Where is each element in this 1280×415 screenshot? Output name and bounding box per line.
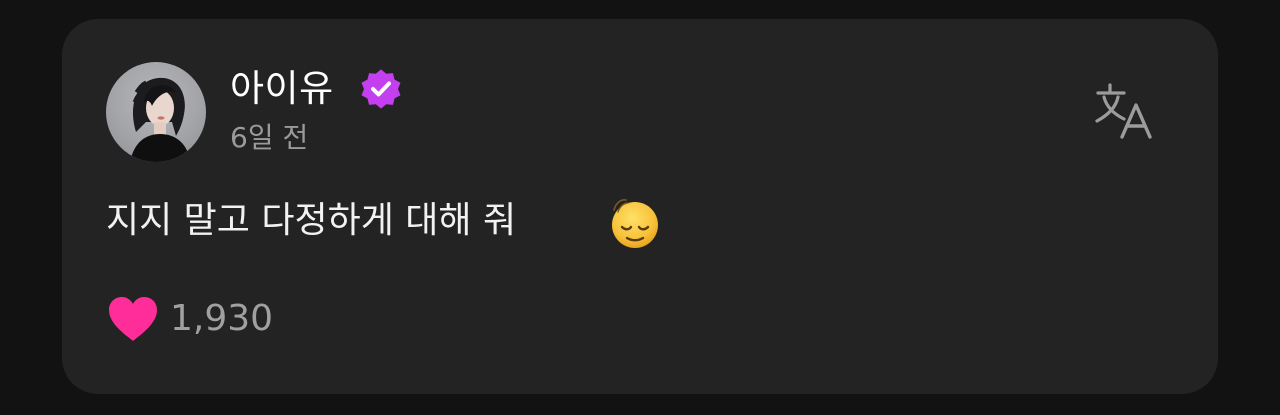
translate-icon[interactable] <box>1094 81 1158 141</box>
relieved-face-emoji-icon <box>612 199 658 248</box>
like-count: 1,930 <box>170 298 274 339</box>
avatar-image <box>130 77 190 162</box>
post-text: 지지 말고 다정하게 대해 줘 <box>106 200 517 241</box>
heart-icon[interactable] <box>106 294 160 344</box>
verified-badge-icon <box>361 69 401 109</box>
avatar[interactable] <box>106 62 206 162</box>
post-card: 아이유 6일 전 지지 말고 다정하게 대해 줘 1,930 <box>62 19 1218 394</box>
post-timestamp: 6일 전 <box>230 121 309 154</box>
author-name[interactable]: 아이유 <box>230 67 334 111</box>
